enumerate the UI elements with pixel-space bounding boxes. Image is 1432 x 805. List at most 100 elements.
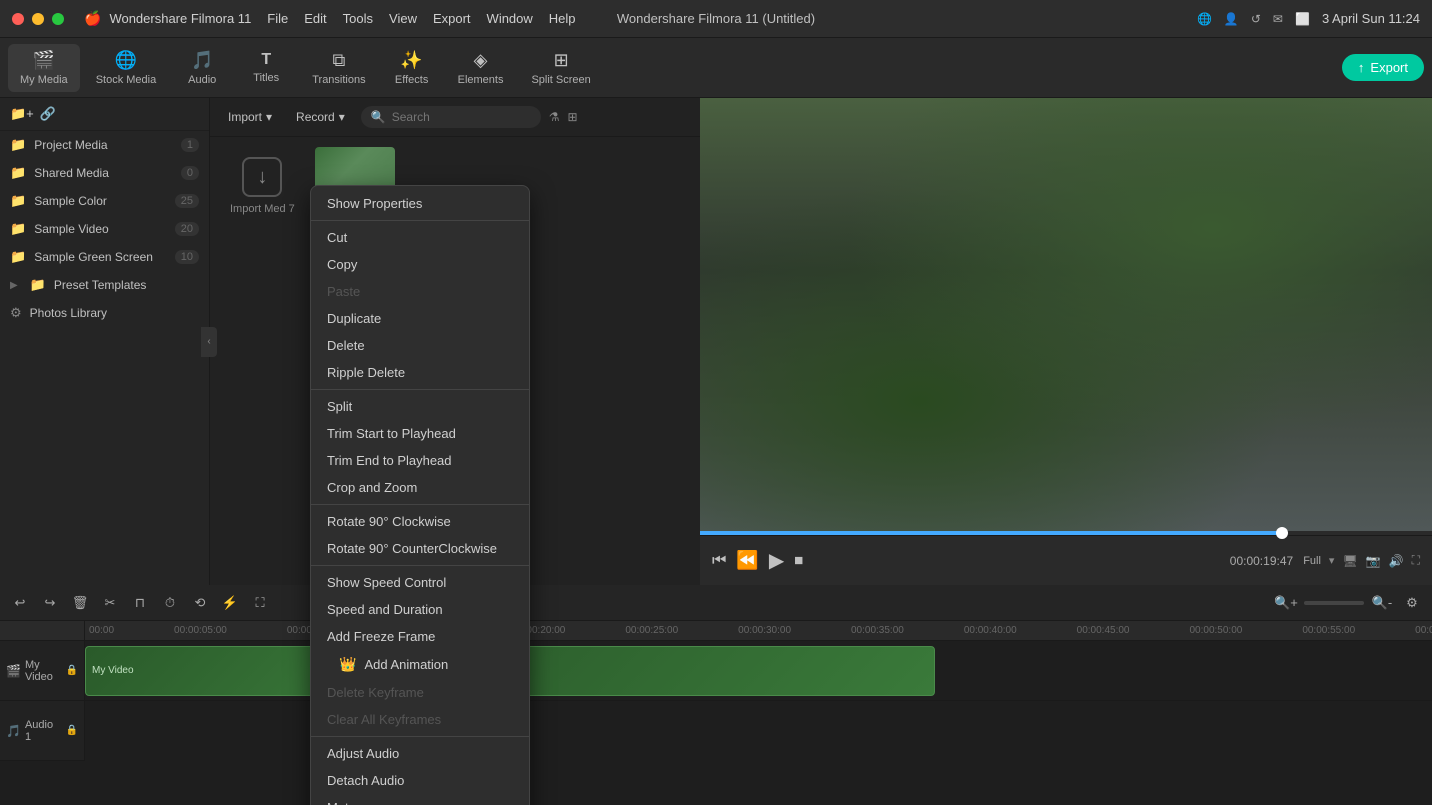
zoom-in-button[interactable]: 🔍+ <box>1274 591 1298 615</box>
minimize-button[interactable] <box>32 13 44 25</box>
menu-window[interactable]: Window <box>487 11 533 26</box>
toolbar-stock-media[interactable]: 🌐 Stock Media <box>84 44 169 92</box>
toolbar-my-media[interactable]: 🎬 My Media <box>8 44 80 92</box>
video-background <box>700 98 1432 531</box>
delete-button[interactable]: 🗑 <box>68 591 92 615</box>
timeline-ruler: 00:00 00:00:05:00 00:00:10:00 00:00:15:0… <box>85 621 1432 641</box>
toolbar-elements[interactable]: ◈ Elements <box>446 44 516 92</box>
menu-wondershare[interactable]: Wondershare Filmora 11 <box>109 11 251 26</box>
transform-button[interactable]: ⟲ <box>188 591 212 615</box>
preview-controls: ⏮ ⏪ ▶ ⏹ 00:00:19:47 Full ▾ 🖥 📷 🔊 ⛶ <box>700 535 1432 585</box>
left-panel: 📁+ 🔗 📁 Project Media 1 📁 Shared Media <box>0 98 210 585</box>
cut-tool-button[interactable]: ✂ <box>98 591 122 615</box>
preview-video <box>700 98 1432 531</box>
ai-tool-button[interactable]: ⚡ <box>218 591 242 615</box>
ruler-mark-60: 00:01:00:00 <box>1415 625 1432 636</box>
ripple-delete-label: Ripple Delete <box>327 365 405 380</box>
filter-icon[interactable]: ⚗ <box>549 110 560 124</box>
monitor-icon[interactable]: 🖥 <box>1342 554 1357 568</box>
mute-label: Mute <box>327 800 356 805</box>
import-dropdown[interactable]: Import ▾ <box>220 106 280 128</box>
zoom-dropdown-arrow[interactable]: ▾ <box>1329 554 1335 567</box>
context-sep-2 <box>311 389 529 390</box>
add-folder-icon[interactable]: 📁+ <box>10 106 34 122</box>
crop-tool-button[interactable]: ⊓ <box>128 591 152 615</box>
cut-label: Cut <box>327 230 347 245</box>
context-copy[interactable]: Copy <box>311 251 529 278</box>
toolbar-effects[interactable]: ✨ Effects <box>382 44 442 92</box>
toolbar-transitions[interactable]: ⧉ Transitions <box>300 44 377 92</box>
timeline-zoom-slider[interactable] <box>1304 601 1364 605</box>
context-split[interactable]: Split <box>311 393 529 420</box>
sidebar-item-project-media[interactable]: 📁 Project Media 1 <box>0 131 209 159</box>
context-crop-and-zoom[interactable]: Crop and Zoom <box>311 474 529 501</box>
context-mute[interactable]: Mute <box>311 794 529 805</box>
sidebar-item-sample-color[interactable]: 📁 Sample Color 25 <box>0 187 209 215</box>
context-add-animation[interactable]: 👑 Add Animation <box>311 650 529 679</box>
context-delete[interactable]: Delete <box>311 332 529 359</box>
sidebar-item-preset-templates[interactable]: ▶ 📁 Preset Templates <box>0 271 209 299</box>
toolbar-split-screen[interactable]: ⊞ Split Screen <box>519 44 602 92</box>
context-rotate-ccw[interactable]: Rotate 90° CounterClockwise <box>311 535 529 562</box>
menu-tools[interactable]: Tools <box>343 11 373 26</box>
settings-button[interactable]: ⚙ <box>1400 591 1424 615</box>
export-button[interactable]: ↑ Export <box>1342 54 1424 81</box>
stop-button[interactable]: ⏹ <box>794 550 803 571</box>
import-media-button[interactable]: ↓ Import Med 7 <box>220 147 305 225</box>
select-tool-button[interactable]: ⛶ <box>248 591 272 615</box>
screenshot-icon[interactable]: 📷 <box>1366 554 1381 568</box>
redo-button[interactable]: ↪ <box>38 591 62 615</box>
stock-media-label: Stock Media <box>96 74 157 86</box>
sidebar-item-sample-video[interactable]: 📁 Sample Video 20 <box>0 215 209 243</box>
progress-handle[interactable] <box>1276 527 1288 539</box>
menu-edit[interactable]: Edit <box>304 11 326 26</box>
prev-frame-button[interactable]: ⏮ <box>712 552 726 570</box>
add-freeze-frame-label: Add Freeze Frame <box>327 629 435 644</box>
toolbar-audio[interactable]: 🎵 Audio <box>172 44 232 92</box>
speed-tool-button[interactable]: ⏱ <box>158 591 182 615</box>
video-track-row: My Video <box>85 641 1432 701</box>
context-trim-end[interactable]: Trim End to Playhead <box>311 447 529 474</box>
split-screen-label: Split Screen <box>531 74 590 86</box>
context-show-properties[interactable]: Show Properties <box>311 190 529 217</box>
context-add-freeze-frame[interactable]: Add Freeze Frame <box>311 623 529 650</box>
progress-container[interactable] <box>700 531 1432 535</box>
link-icon[interactable]: 🔗 <box>40 106 56 122</box>
search-input[interactable] <box>392 110 531 124</box>
context-detach-audio[interactable]: Detach Audio <box>311 767 529 794</box>
sidebar-item-photos-library[interactable]: ⚙ Photos Library <box>0 299 209 327</box>
context-duplicate[interactable]: Duplicate <box>311 305 529 332</box>
lock-icon[interactable]: 🔒 <box>66 665 78 676</box>
undo-button[interactable]: ↩ <box>8 591 32 615</box>
zoom-out-button[interactable]: 🔍- <box>1370 591 1394 615</box>
menu-view[interactable]: View <box>389 11 417 26</box>
zoom-selector[interactable]: Full <box>1303 555 1321 567</box>
menu-file[interactable]: File <box>267 11 288 26</box>
menu-help[interactable]: Help <box>549 11 576 26</box>
context-trim-start[interactable]: Trim Start to Playhead <box>311 420 529 447</box>
play-button[interactable]: ▶ <box>769 548 784 573</box>
play-back-button[interactable]: ⏪ <box>736 550 758 571</box>
context-show-speed-control[interactable]: Show Speed Control <box>311 569 529 596</box>
toolbar-titles[interactable]: T Titles <box>236 45 296 90</box>
fullscreen-icon[interactable]: ⛶ <box>1412 553 1420 568</box>
timeline-left-panel: 🎬 My Video 🔒 🎵 Audio 1 🔒 <box>0 621 85 761</box>
sidebar-item-shared-media[interactable]: 📁 Shared Media 0 <box>0 159 209 187</box>
maximize-button[interactable] <box>52 13 64 25</box>
grid-view-icon[interactable]: ⊞ <box>568 110 578 124</box>
volume-icon[interactable]: 🔊 <box>1389 554 1404 568</box>
audio-lock-icon[interactable]: 🔒 <box>66 725 78 736</box>
sidebar-collapse-button[interactable]: ‹ <box>201 327 217 357</box>
menu-export[interactable]: Export <box>433 11 471 26</box>
record-dropdown[interactable]: Record ▾ <box>288 106 353 128</box>
sidebar-item-sample-green-screen[interactable]: 📁 Sample Green Screen 10 <box>0 243 209 271</box>
context-ripple-delete[interactable]: Ripple Delete <box>311 359 529 386</box>
context-adjust-audio[interactable]: Adjust Audio <box>311 740 529 767</box>
context-rotate-cw[interactable]: Rotate 90° Clockwise <box>311 508 529 535</box>
context-sep-1 <box>311 220 529 221</box>
context-cut[interactable]: Cut <box>311 224 529 251</box>
close-button[interactable] <box>12 13 24 25</box>
context-speed-and-duration[interactable]: Speed and Duration <box>311 596 529 623</box>
effects-icon: ✨ <box>400 50 422 71</box>
add-animation-label: Add Animation <box>364 657 448 672</box>
